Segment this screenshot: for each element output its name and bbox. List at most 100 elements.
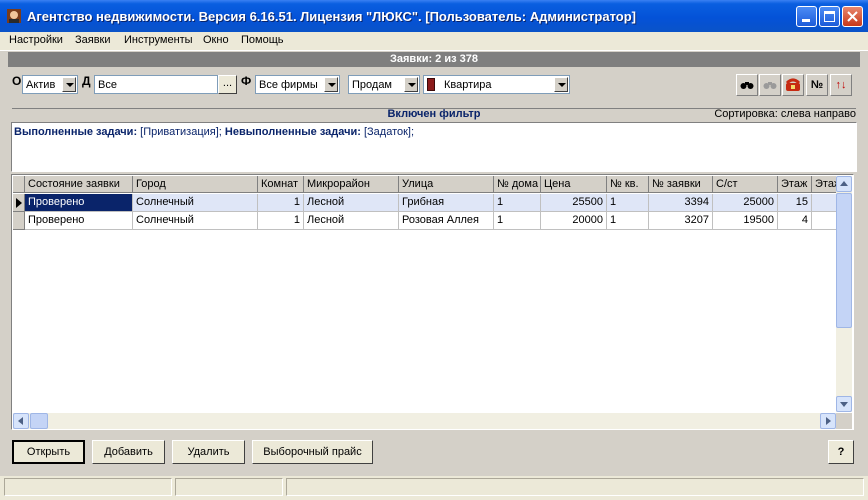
delete-button[interactable]: Удалить: [172, 440, 245, 464]
horizontal-scroll-thumb[interactable]: [30, 413, 48, 429]
menu-window[interactable]: Окно: [203, 34, 229, 46]
object-type-value: Квартира: [444, 79, 492, 91]
menu-settings[interactable]: Настройки: [9, 34, 63, 46]
phone-icon: [785, 78, 801, 91]
column-header[interactable]: Этаж: [778, 176, 812, 193]
column-header[interactable]: Цена: [541, 176, 607, 193]
grid-cell[interactable]: 1: [494, 194, 541, 212]
menu-help[interactable]: Помощь: [241, 34, 284, 46]
status-pane: [286, 478, 864, 496]
requests-grid[interactable]: Состояние заявки Город Комнат Микрорайон…: [11, 174, 854, 430]
chevron-down-icon[interactable]: [554, 77, 568, 92]
phone-button[interactable]: [782, 74, 804, 96]
firm-select-value: Все фирмы: [259, 79, 318, 91]
door-icon: [427, 78, 435, 91]
firm-select[interactable]: Все фирмы: [255, 75, 340, 94]
grid-cell[interactable]: 1: [258, 212, 304, 230]
grid-corner: [13, 176, 25, 193]
binoculars-disabled-icon: [763, 82, 777, 89]
chevron-down-icon[interactable]: [404, 77, 418, 92]
horizontal-scrollbar[interactable]: [13, 413, 836, 429]
sort-button[interactable]: ↑↓: [830, 74, 852, 96]
scroll-right-button[interactable]: [820, 413, 836, 429]
deal-select[interactable]: Продам: [348, 75, 420, 94]
menu-divider: [0, 50, 868, 51]
grid-cell[interactable]: 3394: [649, 194, 713, 212]
filter-label-f: Ф: [241, 74, 252, 88]
scroll-up-button[interactable]: [836, 176, 852, 192]
grid-cell[interactable]: 19500: [713, 212, 778, 230]
column-header[interactable]: Состояние заявки: [25, 176, 133, 193]
status-pane: [4, 478, 172, 496]
binoculars-button[interactable]: [736, 74, 758, 96]
column-header[interactable]: № заявки: [649, 176, 713, 193]
open-button[interactable]: Открыть: [12, 440, 85, 464]
grid-cell[interactable]: 4: [778, 212, 812, 230]
grid-cell[interactable]: Проверено: [25, 212, 133, 230]
scroll-corner: [836, 413, 852, 429]
column-header[interactable]: № дома: [494, 176, 541, 193]
scroll-left-button[interactable]: [13, 413, 29, 429]
menu-bar: Настройки Заявки Инструменты Окно Помощь: [0, 32, 868, 50]
grid-cell[interactable]: Солнечный: [133, 194, 258, 212]
grid-cell[interactable]: 1: [494, 212, 541, 230]
browse-button[interactable]: ...: [218, 75, 237, 94]
d-input-value: Все: [98, 79, 117, 91]
title-bar[interactable]: Агентство недвижимости. Версия 6.16.51. …: [0, 0, 868, 32]
row-indicator[interactable]: [13, 212, 25, 230]
sort-status: Сортировка: слева направо: [714, 108, 856, 120]
grid-cell[interactable]: Проверено: [25, 194, 133, 212]
grid-cell[interactable]: 15: [778, 194, 812, 212]
grid-cell[interactable]: Грибная: [399, 194, 494, 212]
row-indicator[interactable]: [13, 194, 25, 212]
tasks-box: Выполненные задачи: [Приватизация]; Невы…: [11, 122, 857, 172]
binoculars-icon: [740, 82, 754, 89]
close-icon: [847, 11, 858, 22]
number-button[interactable]: №: [806, 74, 828, 96]
deal-select-value: Продам: [352, 79, 392, 91]
grid-cell[interactable]: 25500: [541, 194, 607, 212]
column-header[interactable]: С/ст: [713, 176, 778, 193]
maximize-button[interactable]: [819, 6, 840, 27]
tasks-line: Выполненные задачи: [Приватизация]; Невы…: [14, 126, 414, 138]
d-input[interactable]: Все: [94, 75, 218, 94]
close-button[interactable]: [842, 6, 863, 27]
done-tasks-label: Выполненные задачи:: [14, 126, 138, 138]
grid-cell[interactable]: 20000: [541, 212, 607, 230]
status-pane: [175, 478, 283, 496]
chevron-down-icon[interactable]: [62, 77, 76, 92]
column-header[interactable]: Комнат: [258, 176, 304, 193]
vertical-scroll-thumb[interactable]: [836, 193, 852, 328]
filter-label-d: Д: [82, 74, 91, 88]
maximize-icon: [824, 11, 835, 22]
minimize-icon: [802, 19, 810, 22]
grid-cell[interactable]: Лесной: [304, 194, 399, 212]
column-header[interactable]: № кв.: [607, 176, 649, 193]
selective-price-button[interactable]: Выборочный прайс: [252, 440, 373, 464]
undone-tasks-label: Невыполненные задачи:: [221, 126, 361, 138]
grid-cell[interactable]: 3207: [649, 212, 713, 230]
done-tasks-value: [Приватизация];: [137, 126, 222, 138]
minimize-button[interactable]: [796, 6, 817, 27]
grid-cell[interactable]: 25000: [713, 194, 778, 212]
column-header[interactable]: Микрорайон: [304, 176, 399, 193]
menu-tools[interactable]: Инструменты: [124, 34, 193, 46]
column-header[interactable]: Улица: [399, 176, 494, 193]
requests-count-header: Заявки: 2 из 378: [8, 52, 860, 67]
chevron-down-icon[interactable]: [324, 77, 338, 92]
grid-cell[interactable]: 1: [607, 212, 649, 230]
grid-cell[interactable]: 1: [607, 194, 649, 212]
status-select[interactable]: Актив: [22, 75, 78, 94]
grid-cell[interactable]: Лесной: [304, 212, 399, 230]
scroll-down-button[interactable]: [836, 396, 852, 412]
menu-requests[interactable]: Заявки: [75, 34, 111, 46]
object-type-select[interactable]: Квартира: [423, 75, 570, 94]
help-button[interactable]: ?: [828, 440, 854, 464]
vertical-scrollbar[interactable]: [836, 176, 852, 412]
grid-cell[interactable]: Солнечный: [133, 212, 258, 230]
add-button[interactable]: Добавить: [92, 440, 165, 464]
column-header[interactable]: Город: [133, 176, 258, 193]
grid-cell[interactable]: Розовая Аллея: [399, 212, 494, 230]
binoculars-clear-button[interactable]: [759, 74, 781, 96]
grid-cell[interactable]: 1: [258, 194, 304, 212]
